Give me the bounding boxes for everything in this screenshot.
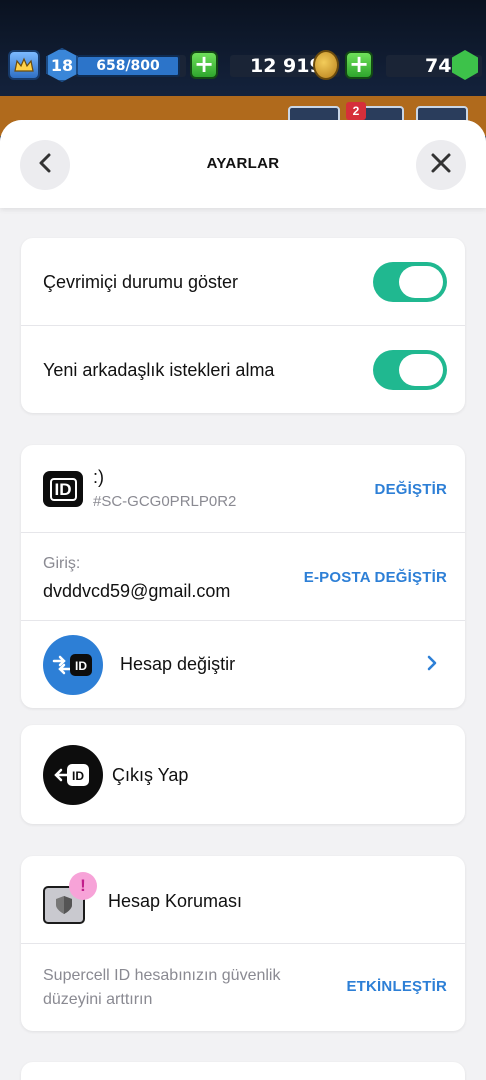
friend-requests-label: Yeni arkadaşlık istekleri alma [43,360,275,380]
change-email-button[interactable]: E-POSTA DEĞİŞTİR [304,569,447,586]
gold-counter: 12 919 [250,55,323,77]
login-label: Giriş: [43,555,81,572]
logout-icon: ID [43,745,103,805]
settings-header: AYARLAR [0,120,486,208]
svg-text:ID: ID [72,769,84,783]
switch-account-row[interactable]: ID Hesap değiştir [21,621,465,708]
login-email: dvddvcd59@gmail.com [43,581,231,601]
next-settings-card [21,1062,465,1080]
level-badge: 18 [46,48,78,82]
protection-description-row: Supercell ID hesabınızın güvenlik düzeyi… [21,944,465,1031]
protection-title-row: ! Hesap Koruması [21,856,465,944]
enable-protection-button[interactable]: ETKİNLEŞTİR [346,978,447,995]
online-status-label: Çevrimiçi durumu göster [43,272,239,292]
account-protection-card: ! Hesap Koruması Supercell ID hesabınızı… [21,856,465,1031]
warning-badge-icon: ! [69,872,97,900]
logout-label: Çıkış Yap [112,765,189,785]
gold-coin-icon [313,50,339,80]
privacy-card: Çevrimiçi durumu göster Yeni arkadaşlık … [21,238,465,413]
gem-counter: 74 [425,55,452,77]
chevron-right-icon [427,655,437,676]
switch-account-icon: ID [43,635,103,695]
online-status-toggle[interactable] [373,262,447,302]
supercell-id-row: ID :) #SC-GCG0PRLP0R2 DEĞİŞTİR [21,445,465,533]
account-card: ID :) #SC-GCG0PRLP0R2 DEĞİŞTİR Giriş: dv… [21,445,465,708]
crown-icon [8,50,40,80]
supercell-id-icon: ID [43,471,83,507]
add-gold-button[interactable]: + [345,51,373,79]
friend-requests-toggle[interactable] [373,350,447,390]
change-name-button[interactable]: DEĞİŞTİR [375,481,447,498]
page-title: AYARLAR [206,155,280,172]
friend-requests-row: Yeni arkadaşlık istekleri alma [21,326,465,413]
add-xp-button[interactable]: + [190,51,218,79]
xp-counter: 658/800 [76,55,180,77]
login-row: Giriş: dvddvcd59@gmail.com E-POSTA DEĞİŞ… [21,533,465,621]
close-button[interactable] [416,140,466,190]
account-tag: #SC-GCG0PRLP0R2 [93,493,237,510]
account-name: :) [93,467,104,487]
switch-account-label: Hesap değiştir [120,654,236,674]
close-icon [430,152,452,179]
svg-text:ID: ID [75,659,87,673]
online-status-row: Çevrimiçi durumu göster [21,238,465,326]
protection-title: Hesap Koruması [108,891,243,911]
notification-badge: 2 [346,102,366,120]
settings-sheet: AYARLAR Çevrimiçi durumu göster Yeni ark… [0,120,486,1080]
logout-card[interactable]: ID Çıkış Yap [21,725,465,824]
game-hud: 658/800 18 + 12 919 + 74 [0,46,486,88]
protection-description: Supercell ID hesabınızın güvenlik düzeyi… [43,967,281,1008]
